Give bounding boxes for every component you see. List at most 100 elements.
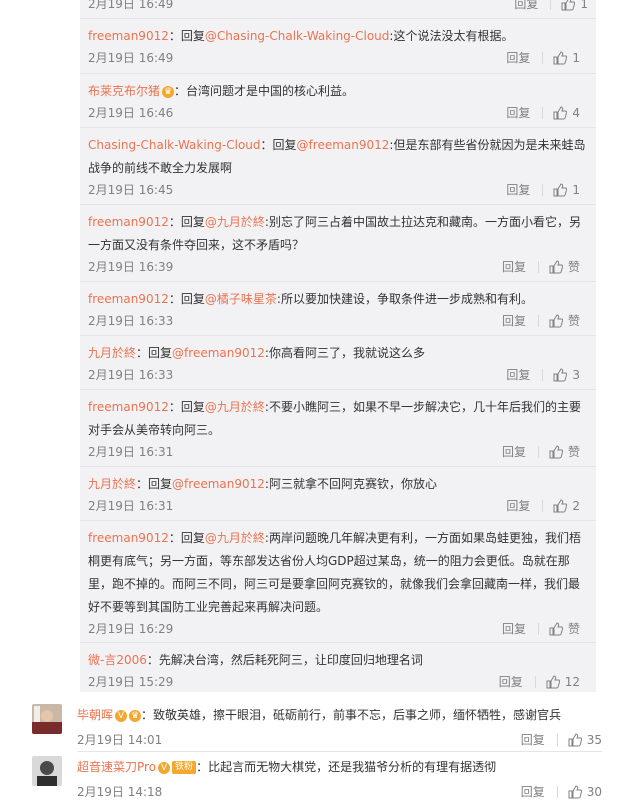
user-link[interactable]: freeman9012 bbox=[88, 29, 169, 43]
colon: ： bbox=[168, 400, 181, 414]
divider bbox=[542, 184, 544, 196]
reply-prefix: 回复 bbox=[180, 215, 205, 229]
avatar[interactable] bbox=[32, 756, 62, 786]
reply-prefix: 回复 bbox=[148, 477, 173, 491]
mention-link[interactable]: @九月於終 bbox=[205, 400, 265, 414]
like-icon[interactable] bbox=[549, 622, 563, 636]
like-icon[interactable] bbox=[553, 499, 568, 513]
verified-badge-icon: V bbox=[158, 761, 171, 774]
reply-item: 九月於終：回复@freeman9012:阿三就拿不回阿克赛钦，你放心 2月19日… bbox=[80, 467, 596, 521]
reply-content: :所以要加快建设，争取条件进一步成熟和有利。 bbox=[276, 292, 533, 306]
reply-thread: 2月19日 16:49 回复 1 freeman9012：回复@Chasing-… bbox=[80, 0, 596, 692]
reply-text: Chasing-Chalk-Waking-Cloud：回复@freeman901… bbox=[88, 128, 588, 180]
like-icon[interactable] bbox=[561, 0, 576, 11]
mention-link[interactable]: @freeman9012 bbox=[297, 138, 390, 152]
reply-button[interactable]: 回复 bbox=[506, 496, 530, 516]
like-icon[interactable] bbox=[549, 314, 563, 328]
comment-content: 比起言而无物大棋党，还是我猫爷分析的有理有据透彻 bbox=[208, 760, 497, 774]
mention-link[interactable]: @Chasing-Chalk-Waking-Cloud bbox=[205, 29, 390, 43]
reply-button[interactable]: 回复 bbox=[502, 257, 526, 277]
comment-text: 超音速菜刀Pro V 铁粉 ：比起言而无物大棋党，还是我猫爷分析的有理有据透彻 bbox=[77, 756, 607, 779]
reply-content: 台湾问题才是中国的核心利益。 bbox=[186, 84, 355, 98]
reply-button[interactable]: 回复 bbox=[506, 103, 530, 123]
reply-text: freeman9012：回复@橘子味星茶:所以要加快建设，争取条件进一步成熟和有… bbox=[88, 282, 588, 311]
user-link[interactable]: 毕朝晖 bbox=[77, 708, 113, 722]
avatar[interactable] bbox=[32, 704, 62, 734]
divider bbox=[550, 0, 552, 10]
reply-time: 2月19日 16:33 bbox=[88, 314, 174, 328]
user-link[interactable]: Chasing-Chalk-Waking-Cloud bbox=[88, 138, 261, 152]
like-count: 1 bbox=[572, 51, 580, 65]
reply-text: 九月於終：回复@freeman9012:你高看阿三了，我就说这么多 bbox=[88, 336, 588, 365]
reply-button[interactable]: 回复 bbox=[506, 48, 530, 68]
reply-button[interactable]: 回复 bbox=[521, 782, 545, 802]
like-icon[interactable] bbox=[549, 445, 563, 459]
reply-button[interactable]: 回复 bbox=[521, 730, 545, 750]
reply-button[interactable]: 回复 bbox=[502, 619, 526, 639]
reply-button[interactable]: 回复 bbox=[502, 311, 526, 331]
like-count: 1 bbox=[580, 0, 588, 11]
reply-button[interactable]: 回复 bbox=[506, 365, 530, 385]
like-count: 4 bbox=[572, 106, 580, 120]
divider bbox=[537, 623, 539, 635]
mention-link[interactable]: @freeman9012 bbox=[172, 346, 265, 360]
reply-item: freeman9012： 回复 @Chasing-Chalk-Waking-Clou… bbox=[80, 19, 596, 74]
reply-content: 先解决台湾，然后耗死阿三，让印度回归地理名词 bbox=[158, 653, 423, 667]
like-icon[interactable] bbox=[553, 368, 568, 382]
colon: ： bbox=[168, 29, 181, 43]
reply-button[interactable]: 回复 bbox=[506, 180, 530, 200]
divider bbox=[542, 52, 544, 64]
colon: ： bbox=[168, 531, 181, 545]
user-link[interactable]: freeman9012 bbox=[88, 531, 169, 545]
colon: ： bbox=[141, 708, 154, 722]
like-count: 30 bbox=[586, 785, 602, 799]
comment-item: 毕朝晖 V ♛ ：致敬英雄，擦干眼泪，砥砺前行，前事不忘，后事之师，缅怀牺牲，感谢官兵… bbox=[32, 704, 602, 752]
divider bbox=[537, 446, 539, 458]
user-link[interactable]: freeman9012 bbox=[88, 292, 169, 306]
reply-prefix: 回复 bbox=[180, 400, 205, 414]
reply-item: freeman9012：回复@橘子味星茶:所以要加快建设，争取条件进一步成熟和有… bbox=[80, 282, 596, 336]
like-count: 赞 bbox=[567, 260, 580, 274]
reply-time: 2月19日 16:49 bbox=[88, 0, 174, 11]
reply-text: freeman9012：回复@九月於終:不要小瞧阿三，如果不早一步解决它，几十年… bbox=[88, 390, 588, 442]
reply-time: 2月19日 15:29 bbox=[88, 675, 174, 689]
like-icon[interactable] bbox=[553, 183, 568, 197]
divider bbox=[534, 676, 536, 688]
user-link[interactable]: 九月於終 bbox=[88, 346, 136, 360]
like-count: 赞 bbox=[567, 445, 580, 459]
like-icon[interactable] bbox=[553, 106, 568, 120]
reply-item: freeman9012：回复@九月於終:别忘了阿三占着中国故土拉达克和藏南。一方… bbox=[80, 205, 596, 282]
user-link[interactable]: freeman9012 bbox=[88, 400, 169, 414]
mention-link[interactable]: @freeman9012 bbox=[172, 477, 265, 491]
user-link[interactable]: 九月於終 bbox=[88, 477, 136, 491]
reply-text: freeman9012：回复@Chasing-Chalk-Waking-Clou… bbox=[88, 19, 588, 48]
fan-badge-icon: ♛ bbox=[162, 85, 175, 98]
like-count: 1 bbox=[572, 183, 580, 197]
like-icon[interactable] bbox=[546, 675, 560, 689]
reply-button[interactable]: 回复 bbox=[502, 442, 526, 462]
reply-time: 2月19日 16:31 bbox=[88, 499, 174, 513]
like-icon[interactable] bbox=[549, 260, 563, 274]
like-icon[interactable] bbox=[553, 51, 568, 65]
colon: ： bbox=[136, 477, 149, 491]
mention-link[interactable]: @九月於終 bbox=[205, 531, 265, 545]
user-link[interactable]: freeman9012 bbox=[88, 215, 169, 229]
user-link[interactable]: 布莱克布尔猪 bbox=[88, 84, 160, 98]
reply-content: :阿三就拿不回阿克赛钦，你放心 bbox=[264, 477, 437, 491]
user-link[interactable]: 超音速菜刀Pro bbox=[77, 760, 156, 774]
like-icon[interactable] bbox=[568, 733, 582, 747]
reply-time: 2月19日 16:39 bbox=[88, 260, 174, 274]
reply-button[interactable]: 回复 bbox=[499, 672, 523, 692]
reply-time: 2月19日 16:31 bbox=[88, 445, 174, 459]
reply-item: freeman9012：回复@九月於終:两岸问题晚几年解决更有利，一方面如果岛蛙… bbox=[80, 521, 596, 643]
mention-link[interactable]: @橘子味星茶 bbox=[205, 292, 277, 306]
reply-prefix: 回复 bbox=[180, 292, 205, 306]
reply-button[interactable]: 回复 bbox=[514, 0, 538, 14]
user-link[interactable]: 微-言2006 bbox=[88, 653, 147, 667]
mention-link[interactable]: @九月於終 bbox=[205, 215, 265, 229]
colon: ： bbox=[196, 760, 209, 774]
divider bbox=[556, 786, 558, 798]
colon: ： bbox=[136, 346, 149, 360]
reply-time: 2月19日 16:45 bbox=[88, 183, 174, 197]
like-icon[interactable] bbox=[568, 785, 582, 799]
